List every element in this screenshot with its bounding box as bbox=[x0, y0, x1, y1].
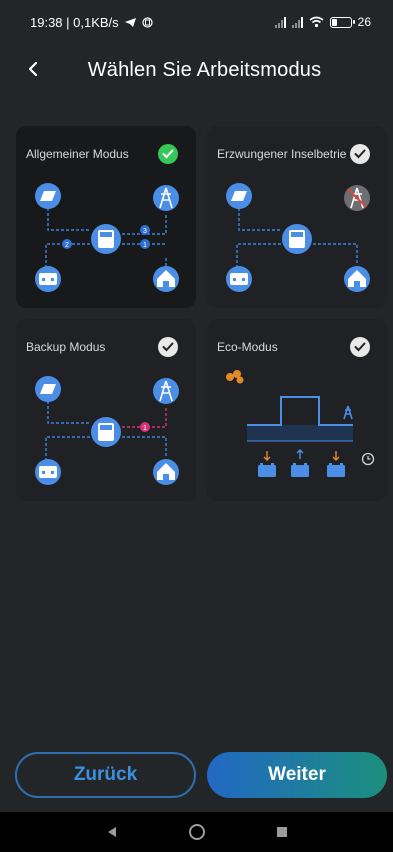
status-bar: 19:38 | 0,1KB/s 26 bbox=[0, 0, 393, 44]
mode-card-backup[interactable]: Backup Modus 1 bbox=[16, 319, 196, 501]
clock-icon bbox=[361, 452, 375, 466]
nav-home-icon[interactable] bbox=[188, 823, 206, 841]
solar-panel-icon bbox=[226, 183, 252, 209]
mode-card-eco[interactable]: Eco-Modus bbox=[207, 319, 387, 501]
battery-small-icon bbox=[327, 463, 345, 477]
mode-diagram-backup: 1 bbox=[35, 376, 179, 485]
battery-device-icon bbox=[35, 266, 61, 292]
battery-icon bbox=[329, 16, 355, 28]
battery-device-icon bbox=[35, 459, 61, 485]
house-icon bbox=[344, 266, 370, 292]
page-title: Wählen Sie Arbeitsmodus bbox=[87, 58, 322, 81]
mode-label: Eco-Modus bbox=[217, 340, 278, 354]
mode-label: Backup Modus bbox=[26, 340, 106, 354]
battery-device-icon bbox=[226, 266, 252, 292]
status-right: 26 bbox=[274, 15, 371, 29]
battery-percent: 26 bbox=[357, 15, 371, 29]
grid-disabled-icon bbox=[344, 185, 370, 211]
step-number: 3 bbox=[143, 228, 147, 235]
telegram-icon bbox=[124, 17, 136, 27]
grid-tower-icon bbox=[153, 378, 179, 404]
mode-label: Erzwungener Inselbetrieb bbox=[217, 147, 347, 161]
mode-card-island[interactable]: Erzwungener Inselbetrieb bbox=[207, 126, 387, 308]
check-icon bbox=[158, 337, 178, 357]
solar-panel-icon bbox=[35, 376, 61, 402]
check-icon bbox=[350, 337, 370, 357]
nav-back-icon[interactable] bbox=[105, 825, 119, 839]
grid-tower-icon bbox=[153, 185, 179, 211]
wifi-icon bbox=[309, 16, 324, 28]
inverter-icon bbox=[91, 224, 121, 254]
step-number: 1 bbox=[143, 425, 147, 432]
mode-diagram-eco bbox=[226, 370, 375, 477]
solar-panel-icon bbox=[35, 183, 61, 209]
charge-arrow-icon bbox=[263, 451, 271, 461]
status-time-speed: 19:38 | 0,1KB/s bbox=[30, 14, 119, 30]
mode-label: Allgemeiner Modus bbox=[26, 147, 129, 161]
mode-card-general[interactable]: Allgemeiner Modus 3 2 1 bbox=[16, 126, 196, 308]
grid-tower-small-icon bbox=[343, 405, 353, 420]
notification-icon bbox=[142, 16, 153, 28]
top-bar: Wählen Sie Arbeitsmodus bbox=[0, 44, 393, 96]
nav-recents-icon[interactable] bbox=[275, 825, 289, 839]
inverter-icon bbox=[91, 417, 121, 447]
step-number: 2 bbox=[65, 242, 69, 249]
check-selected-icon bbox=[158, 144, 178, 164]
next-button[interactable]: Weiter bbox=[207, 752, 387, 798]
back-arrow-icon[interactable] bbox=[20, 56, 46, 82]
signal-icon-2 bbox=[291, 16, 303, 28]
mode-diagram-general: 3 2 1 bbox=[35, 183, 179, 292]
house-icon bbox=[153, 459, 179, 485]
step-number: 1 bbox=[143, 242, 147, 249]
inverter-icon bbox=[282, 224, 312, 254]
status-left: 19:38 | 0,1KB/s bbox=[30, 15, 153, 30]
coins-icon bbox=[226, 370, 244, 384]
charge-arrow-icon bbox=[332, 451, 340, 461]
check-icon bbox=[350, 144, 370, 164]
battery-small-icon bbox=[258, 463, 276, 477]
house-icon bbox=[153, 266, 179, 292]
screen: 19:38 | 0,1KB/s 26 Wählen Sie Arbeitsmod… bbox=[0, 0, 393, 852]
mode-diagram-island bbox=[226, 183, 370, 292]
discharge-arrow-icon bbox=[296, 449, 304, 459]
battery-small-icon bbox=[291, 463, 309, 477]
signal-icon bbox=[274, 16, 286, 28]
system-nav-bar bbox=[0, 812, 393, 852]
back-button[interactable]: Zurück bbox=[15, 752, 196, 798]
